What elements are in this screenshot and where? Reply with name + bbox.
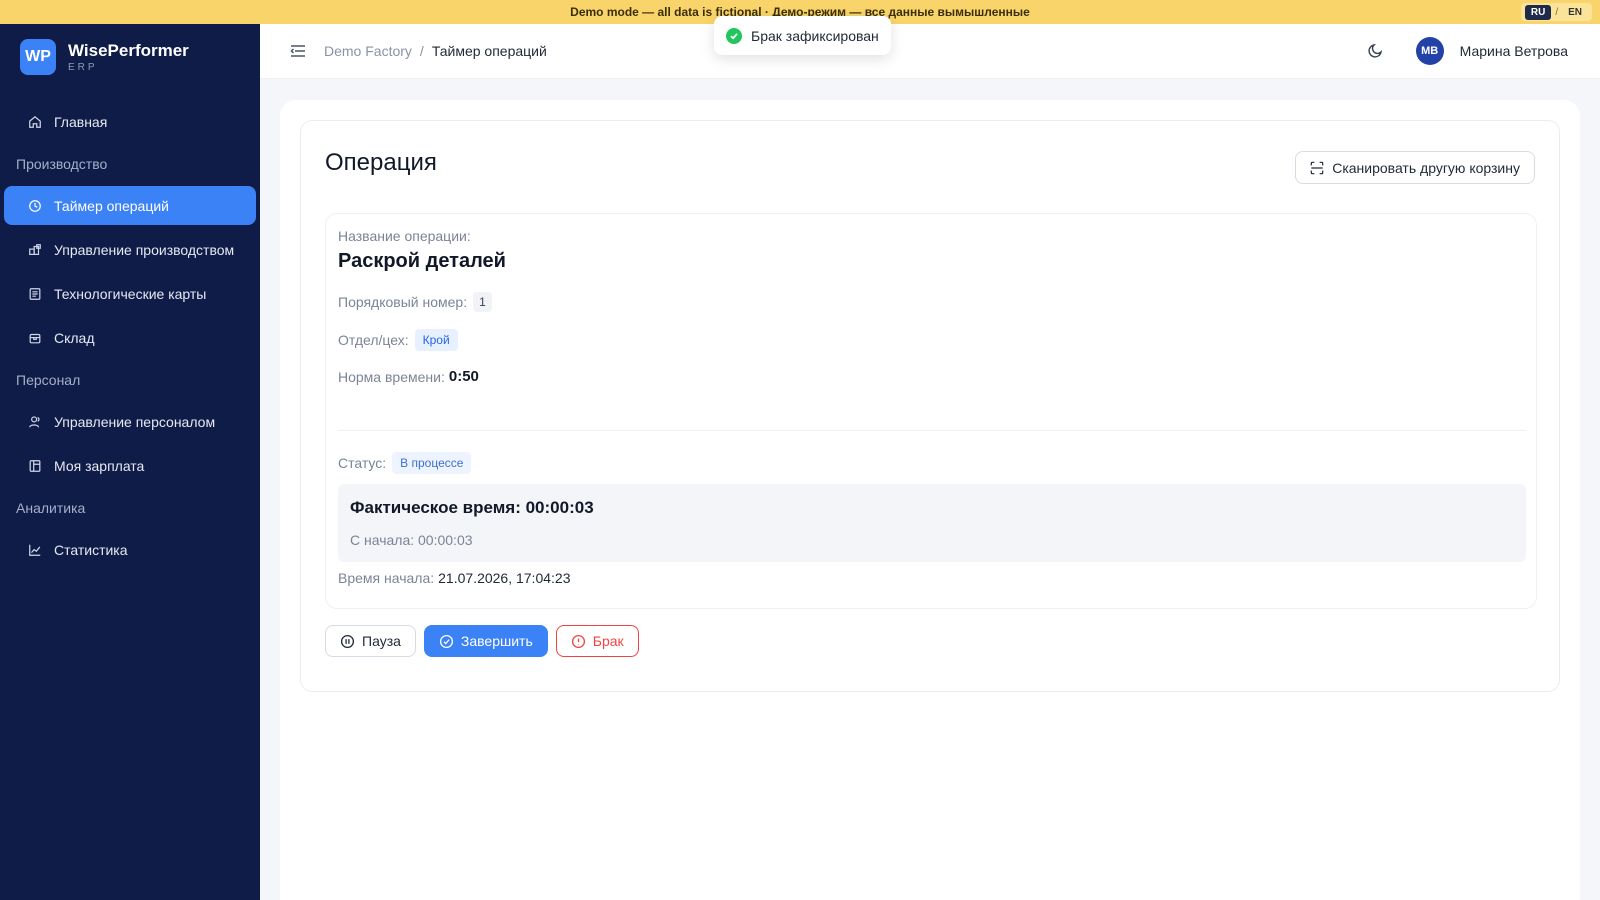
- sidebar-section-production: Производство: [16, 156, 108, 172]
- brand-logo: WP: [20, 39, 56, 75]
- order-number-label: Порядковый номер:: [338, 294, 468, 310]
- operation-name-label: Название операции:: [338, 228, 471, 244]
- operation-card: Операция Сканировать другую корзину Назв…: [300, 120, 1560, 692]
- pause-button[interactable]: Пауза: [325, 625, 416, 657]
- brand-subtitle: ERP: [68, 62, 98, 73]
- sidebar-item-timer[interactable]: Таймер операций: [4, 186, 256, 225]
- sidebar-nav: Главная Производство Таймер операций Упр…: [0, 90, 260, 569]
- finish-button-label: Завершить: [460, 633, 533, 649]
- since-start: С начала: 00:00:03: [350, 532, 473, 548]
- sidebar-item-home[interactable]: Главная: [4, 102, 256, 141]
- sidebar-item-label: Статистика: [54, 541, 128, 558]
- start-time-row: Время начала: 21.07.2026, 17:04:23: [338, 570, 570, 586]
- action-buttons: Пауза Завершить Брак: [325, 625, 639, 657]
- status-label: Статус:: [338, 455, 387, 471]
- sidebar: WP WisePerformer ERP Главная Производств…: [0, 24, 260, 900]
- breadcrumb: Demo Factory / Таймер операций: [324, 43, 547, 59]
- sidebar-item-warehouse[interactable]: Склад: [4, 318, 256, 357]
- finish-button[interactable]: Завершить: [423, 625, 548, 657]
- sidebar-section-personnel: Персонал: [16, 372, 81, 388]
- check-circle-icon: [726, 27, 742, 44]
- order-number-badge: 1: [473, 292, 492, 312]
- sidebar-item-statistics[interactable]: Статистика: [4, 530, 256, 569]
- brand[interactable]: WP WisePerformer ERP: [0, 24, 260, 90]
- toast-text: Брак зафиксирован: [751, 27, 879, 44]
- department-row: Отдел/цех: Крой: [338, 329, 458, 351]
- breadcrumb-root-link[interactable]: Demo Factory: [324, 43, 412, 59]
- box-icon: [28, 331, 42, 345]
- scan-icon: [1310, 161, 1324, 175]
- department-badge: Крой: [414, 329, 458, 351]
- defect-button-label: Брак: [592, 633, 624, 649]
- breadcrumb-separator: /: [419, 43, 424, 59]
- status-badge: В процессе: [392, 452, 472, 474]
- factory-icon: [28, 243, 42, 257]
- receipt-icon: [28, 459, 42, 473]
- sidebar-item-label: Главная: [54, 113, 108, 130]
- brand-text: WisePerformer ERP: [68, 41, 189, 73]
- defect-button[interactable]: Брак: [555, 625, 639, 657]
- operation-name: Раскрой деталей: [338, 250, 506, 272]
- alert-circle-icon: [571, 634, 586, 649]
- operation-details: Название операции: Раскрой деталей Поряд…: [325, 213, 1537, 609]
- check-circle-icon: [439, 634, 454, 649]
- brand-name: WisePerformer: [68, 41, 189, 60]
- start-time-value: 21.07.2026, 17:04:23: [438, 570, 571, 586]
- document-list-icon: [28, 287, 42, 301]
- actual-time: Фактическое время: 00:00:03: [350, 498, 594, 517]
- top-header: Demo Factory / Таймер операций МВ Марина…: [260, 24, 1600, 79]
- divider: [338, 430, 1526, 431]
- avatar[interactable]: МВ: [1415, 37, 1444, 65]
- page-title: Операция: [325, 149, 437, 176]
- order-number-row: Порядковый номер: 1: [338, 292, 492, 312]
- toast-notification: Брак зафиксирован: [714, 16, 891, 55]
- time-norm-label: Норма времени:: [338, 368, 445, 385]
- lang-separator: /: [1555, 6, 1559, 18]
- sidebar-item-label: Управление персоналом: [54, 413, 216, 430]
- home-icon: [28, 115, 42, 129]
- sidebar-item-label: Склад: [54, 329, 95, 346]
- time-norm-row: Норма времени: 0:50: [338, 368, 479, 385]
- scan-another-basket-button[interactable]: Сканировать другую корзину: [1295, 151, 1535, 184]
- language-switch: RU / EN: [1520, 3, 1592, 21]
- sidebar-item-label: Управление производством: [54, 241, 235, 258]
- pause-button-label: Пауза: [362, 633, 401, 649]
- sidebar-item-production-management[interactable]: Управление производством: [4, 230, 256, 269]
- menu-toggle-icon[interactable]: [290, 41, 310, 61]
- sidebar-item-label: Моя зарплата: [54, 457, 145, 474]
- lang-ru-button[interactable]: RU: [1524, 4, 1552, 20]
- moon-icon[interactable]: [1368, 42, 1386, 60]
- header-right: МВ Марина Ветрова: [1368, 37, 1568, 65]
- actual-time-box: Фактическое время: 00:00:03 С начала: 00…: [338, 484, 1526, 562]
- time-norm-value: 0:50: [448, 368, 479, 385]
- sidebar-item-personnel-management[interactable]: Управление персоналом: [4, 402, 256, 441]
- start-time-label: Время начала:: [338, 570, 435, 586]
- lang-en-button[interactable]: EN: [1562, 5, 1588, 20]
- sidebar-item-salary[interactable]: Моя зарплата: [4, 446, 256, 485]
- breadcrumb-current: Таймер операций: [431, 43, 547, 59]
- pause-icon: [340, 634, 355, 649]
- operation-name-row: Название операции:: [338, 228, 471, 244]
- chart-line-icon: [28, 543, 42, 557]
- scan-button-label: Сканировать другую корзину: [1332, 159, 1520, 176]
- users-icon: [28, 415, 42, 429]
- status-row: Статус: В процессе: [338, 452, 472, 474]
- sidebar-item-label: Таймер операций: [54, 197, 170, 214]
- sidebar-item-tech-cards[interactable]: Технологические карты: [4, 274, 256, 313]
- sidebar-section-analytics: Аналитика: [16, 500, 86, 516]
- user-name[interactable]: Марина Ветрова: [1460, 43, 1568, 59]
- clock-icon: [28, 199, 42, 213]
- department-label: Отдел/цех:: [338, 332, 409, 348]
- sidebar-item-label: Технологические карты: [54, 285, 207, 302]
- main-content: Операция Сканировать другую корзину Назв…: [280, 100, 1580, 900]
